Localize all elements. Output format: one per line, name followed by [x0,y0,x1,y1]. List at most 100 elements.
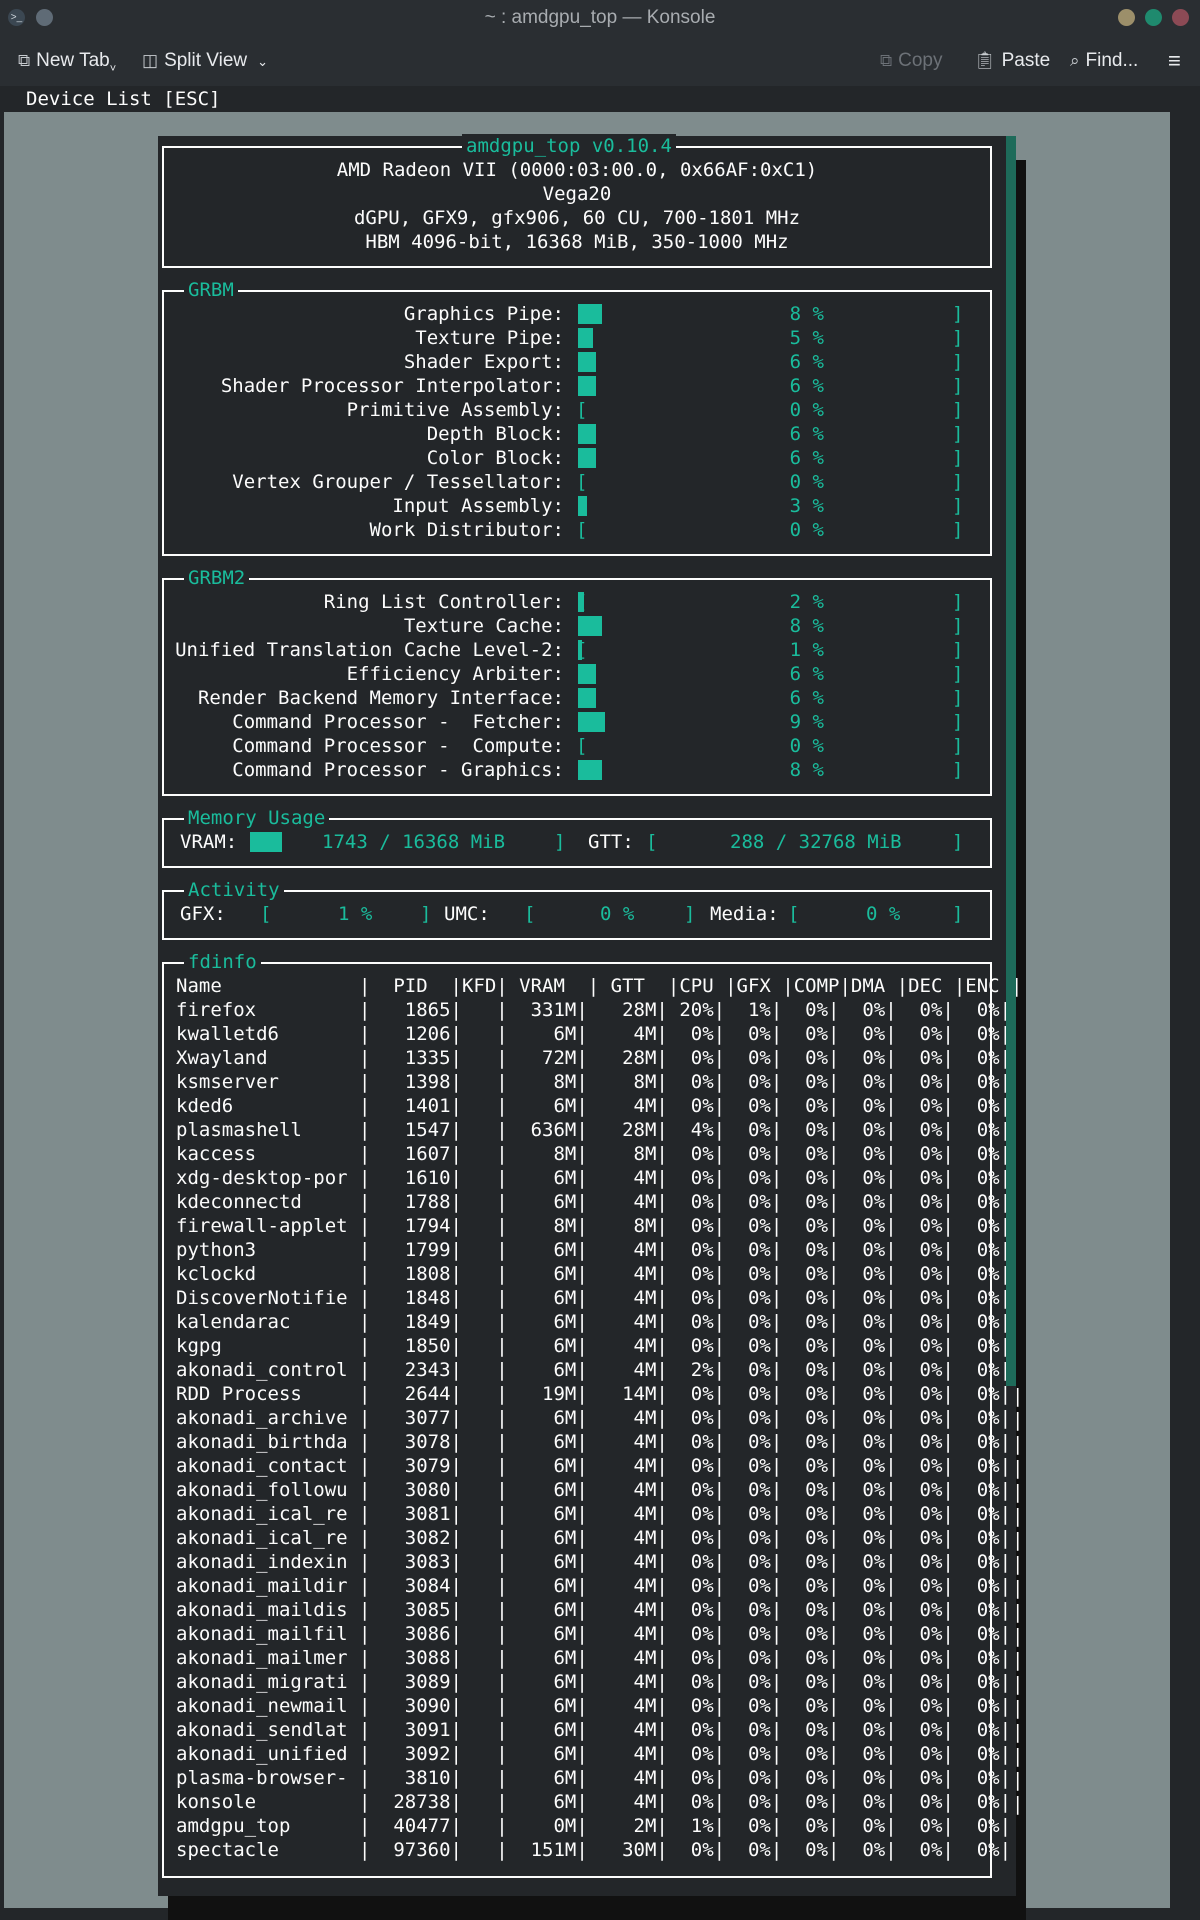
fdinfo-header: Name | PID |KFD| VRAM | GTT |CPU |GFX |C… [176,975,1023,997]
grbm-percent: 3 % [789,495,824,517]
grbm2-label: Command Processor - Fetcher: [232,711,564,733]
process-row[interactable]: xdg-desktop-por | 1610| | 6M| 4M| 0%| 0%… [176,1166,1011,1190]
grbm-label: Depth Block: [426,423,564,445]
copy-button[interactable]: ⧉ Copy [880,36,943,86]
process-row[interactable]: python3 | 1799| | 6M| 4M| 0%| 0%| 0%| 0%… [176,1238,1011,1262]
device-list-hint[interactable]: Device List [ESC] [26,87,220,111]
process-row[interactable]: akonadi_sendlat | 3091| | 6M| 4M| 0%| 0%… [176,1718,1011,1742]
border-tick: | [1012,1793,1024,1815]
process-row[interactable]: akonadi_ical_re | 3082| | 6M| 4M| 0%| 0%… [176,1526,1011,1550]
grbm-label: Color Block: [426,447,564,469]
grbm-percent: 6 % [789,375,824,397]
process-row[interactable]: kaccess | 1607| | 8M| 8M| 0%| 0%| 0%| 0%… [176,1142,1011,1166]
split-view-icon: ◫ [142,51,159,70]
border-tick: | [1012,1769,1024,1791]
process-row[interactable]: plasmashell | 1547| | 636M| 28M| 4%| 0%|… [176,1118,1011,1142]
new-tab-button[interactable]: ⧉ New Tab˅ [18,36,116,86]
process-row[interactable]: akonadi_birthda | 3078| | 6M| 4M| 0%| 0%… [176,1430,1011,1454]
grbm-label: Shader Processor Interpolator: [220,375,564,397]
gfx-bar-close: ] [420,903,432,925]
fdinfo-title: fdinfo [184,950,261,974]
process-row[interactable]: spectacle | 97360| | 151M| 30M| 0%| 0%| … [176,1838,1011,1862]
grbm2-bar-close: ] [952,591,964,613]
border-tick: | [1012,1385,1024,1407]
split-view-button[interactable]: ◫ Split View ⌄ [142,36,268,86]
process-row[interactable]: akonadi_ical_re | 3081| | 6M| 4M| 0%| 0%… [176,1502,1011,1526]
grbm-label: Work Distributor: [369,519,564,541]
border-tick: | [1012,1409,1024,1431]
vertical-scrollbar[interactable] [1006,136,1016,1386]
grbm-label: Vertex Grouper / Tessellator: [232,471,564,493]
umc-label: UMC: [444,903,490,925]
process-row[interactable]: Xwayland | 1335| | 72M| 28M| 0%| 0%| 0%|… [176,1046,1011,1070]
media-bar-close: ] [952,903,964,925]
process-row[interactable]: akonadi_mailmer | 3088| | 6M| 4M| 0%| 0%… [176,1646,1011,1670]
find-label: Find... [1085,50,1139,71]
minimize-button[interactable] [1118,9,1135,26]
close-button[interactable] [1172,9,1189,26]
grbm2-label: Efficiency Arbiter: [346,663,564,685]
window-titlebar[interactable]: >_ ~ : amdgpu_top — Konsole [0,0,1200,36]
grbm2-percent: 6 % [789,663,824,685]
process-row[interactable]: RDD Process | 2644| | 19M| 14M| 0%| 0%| … [176,1382,1011,1406]
grbm-label: Shader Export: [403,351,564,373]
find-button[interactable]: ⌕ Find... [1070,36,1138,86]
process-row[interactable]: akonadi_unified | 3092| | 6M| 4M| 0%| 0%… [176,1742,1011,1766]
device-memory-info: HBM 4096-bit, 16368 MiB, 350-1000 MHz [365,231,789,253]
process-row[interactable]: kgpg | 1850| | 6M| 4M| 0%| 0%| 0%| 0%| 0… [176,1334,1011,1358]
memory-usage-box: Memory Usage VRAM: [ 1743 / 16368 MiB ] … [162,806,992,868]
process-row[interactable]: plasma-browser- | 3810| | 6M| 4M| 0%| 0%… [176,1766,1011,1790]
process-row[interactable]: akonadi_migrati | 3089| | 6M| 4M| 0%| 0%… [176,1670,1011,1694]
process-row[interactable]: ksmserver | 1398| | 8M| 8M| 0%| 0%| 0%| … [176,1070,1011,1094]
process-row[interactable]: akonadi_maildis | 3085| | 6M| 4M| 0%| 0%… [176,1598,1011,1622]
process-row[interactable]: amdgpu_top | 40477| | 0M| 2M| 1%| 0%| 0%… [176,1814,1011,1838]
hamburger-menu-icon[interactable]: ≡ [1168,36,1181,86]
grbm-bar-close: ] [952,351,964,373]
gtt-bar-close: ] [952,831,964,853]
new-tab-label: New Tab [36,50,110,71]
grbm2-bar-close: ] [952,711,964,733]
grbm2-label: Command Processor - Compute: [232,735,564,757]
process-row[interactable]: kded6 | 1401| | 6M| 4M| 0%| 0%| 0%| 0%| … [176,1094,1011,1118]
grbm2-bar-fill [578,592,584,612]
grbm-bar-close: ] [952,447,964,469]
grbm2-percent: 8 % [789,615,824,637]
process-row[interactable]: firefox | 1865| | 331M| 28M| 20%| 1%| 0%… [176,998,1011,1022]
process-row[interactable]: DiscoverNotifie | 1848| | 6M| 4M| 0%| 0%… [176,1286,1011,1310]
gtt-value: 288 / 32768 MiB [730,831,902,853]
grbm2-bar-fill [578,712,605,732]
maximize-button[interactable] [1145,9,1162,26]
process-row[interactable]: kclockd | 1808| | 6M| 4M| 0%| 0%| 0%| 0%… [176,1262,1011,1286]
grbm-bar-close: ] [952,327,964,349]
device-name: AMD Radeon VII (0000:03:00.0, 0x66AF:0xC… [336,159,818,181]
vram-value: 1743 / 16368 MiB [322,831,506,853]
process-row[interactable]: firewall-applet | 1794| | 8M| 8M| 0%| 0%… [176,1214,1011,1238]
process-row[interactable]: akonadi_control | 2343| | 6M| 4M| 2%| 0%… [176,1358,1011,1382]
grbm-box: GRBM Graphics Pipe: [8 %] Texture Pipe: [5 … [162,278,992,556]
process-row[interactable]: akonadi_followu | 3080| | 6M| 4M| 0%| 0%… [176,1478,1011,1502]
activity-title: Activity [184,878,284,902]
process-row[interactable]: akonadi_archive | 3077| | 6M| 4M| 0%| 0%… [176,1406,1011,1430]
grbm2-bar-fill [578,760,602,780]
process-row[interactable]: kalendarac | 1849| | 6M| 4M| 0%| 0%| 0%|… [176,1310,1011,1334]
process-row[interactable]: kwalletd6 | 1206| | 6M| 4M| 0%| 0%| 0%| … [176,1022,1011,1046]
process-row[interactable]: konsole | 28738| | 6M| 4M| 0%| 0%| 0%| 0… [176,1790,1011,1814]
process-row[interactable]: kdeconnectd | 1788| | 6M| 4M| 0%| 0%| 0%… [176,1190,1011,1214]
process-row[interactable]: akonadi_indexin | 3083| | 6M| 4M| 0%| 0%… [176,1550,1011,1574]
process-row[interactable]: akonadi_mailfil | 3086| | 6M| 4M| 0%| 0%… [176,1622,1011,1646]
grbm-bar-close: ] [952,519,964,541]
border-tick: | [1012,1721,1024,1743]
process-row[interactable]: akonadi_contact | 3079| | 6M| 4M| 0%| 0%… [176,1454,1011,1478]
grbm-percent: 6 % [789,423,824,445]
grbm2-title: GRBM2 [184,566,250,590]
grbm2-percent: 8 % [789,759,824,781]
grbm-bar-fill [578,376,596,396]
grbm-percent: 6 % [789,447,824,469]
grbm-bar-close: ] [952,471,964,493]
gfx-bar-open: [ [260,903,272,925]
process-row[interactable]: akonadi_maildir | 3084| | 6M| 4M| 0%| 0%… [176,1574,1011,1598]
border-tick: | [1012,1625,1024,1647]
paste-button[interactable]: 📋︎ Paste [974,36,1050,86]
grbm-bar-fill [578,496,587,516]
process-row[interactable]: akonadi_newmail | 3090| | 6M| 4M| 0%| 0%… [176,1694,1011,1718]
